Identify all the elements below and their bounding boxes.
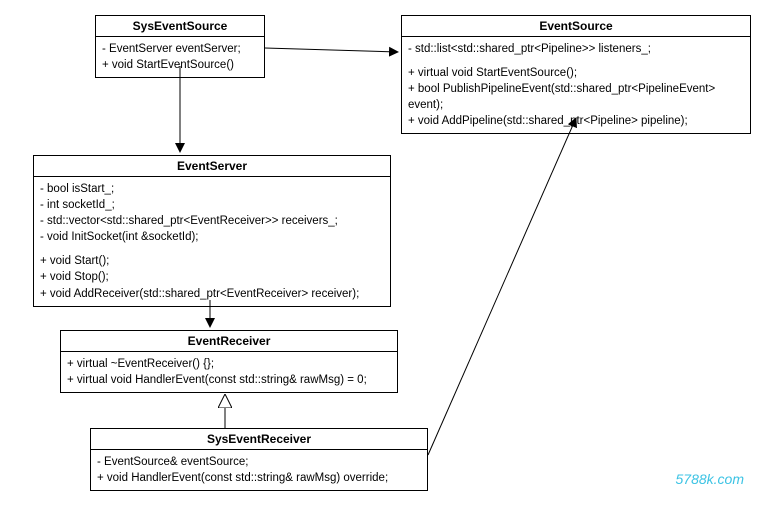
class-member: + bool PublishPipelineEvent(std::shared_… (408, 81, 744, 113)
class-title: SysEventReceiver (91, 429, 427, 450)
class-member: - bool isStart_; (40, 181, 384, 197)
assoc-syssrc-to-src (265, 48, 398, 52)
class-body: - bool isStart_; - int socketId_; - std:… (34, 177, 390, 306)
class-member: + virtual void HandlerEvent(const std::s… (67, 372, 391, 388)
class-body: + virtual ~EventReceiver() {}; + virtual… (61, 352, 397, 392)
class-member: - std::vector<std::shared_ptr<EventRecei… (40, 213, 384, 229)
class-member: + void AddPipeline(std::shared_ptr<Pipel… (408, 113, 744, 129)
class-member: - void InitSocket(int &socketId); (40, 229, 384, 245)
assoc-sysrcv-to-src (428, 118, 576, 455)
class-member: - EventSource& eventSource; (97, 454, 421, 470)
class-member: + void Start(); (40, 253, 384, 269)
class-member: + void HandlerEvent(const std::string& r… (97, 470, 421, 486)
class-member: + void Stop(); (40, 269, 384, 285)
class-body: - EventSource& eventSource; + void Handl… (91, 450, 427, 490)
class-body: - std::list<std::shared_ptr<Pipeline>> l… (402, 37, 750, 133)
class-member: - std::list<std::shared_ptr<Pipeline>> l… (408, 41, 744, 57)
class-member: + void AddReceiver(std::shared_ptr<Event… (40, 286, 384, 302)
class-body: - EventServer eventServer; + void StartE… (96, 37, 264, 77)
class-member: + virtual void StartEventSource(); (408, 65, 744, 81)
class-title: SysEventSource (96, 16, 264, 37)
watermark: 5788k.com (676, 471, 744, 487)
class-title: EventReceiver (61, 331, 397, 352)
class-title: EventSource (402, 16, 750, 37)
class-event-server: EventServer - bool isStart_; - int socke… (33, 155, 391, 307)
class-member: - EventServer eventServer; (102, 41, 258, 57)
class-sys-event-source: SysEventSource - EventServer eventServer… (95, 15, 265, 78)
class-member: - int socketId_; (40, 197, 384, 213)
class-title: EventServer (34, 156, 390, 177)
class-sys-event-receiver: SysEventReceiver - EventSource& eventSou… (90, 428, 428, 491)
class-event-receiver: EventReceiver + virtual ~EventReceiver()… (60, 330, 398, 393)
class-member: + void StartEventSource() (102, 57, 258, 73)
class-member: + virtual ~EventReceiver() {}; (67, 356, 391, 372)
class-event-source: EventSource - std::list<std::shared_ptr<… (401, 15, 751, 134)
